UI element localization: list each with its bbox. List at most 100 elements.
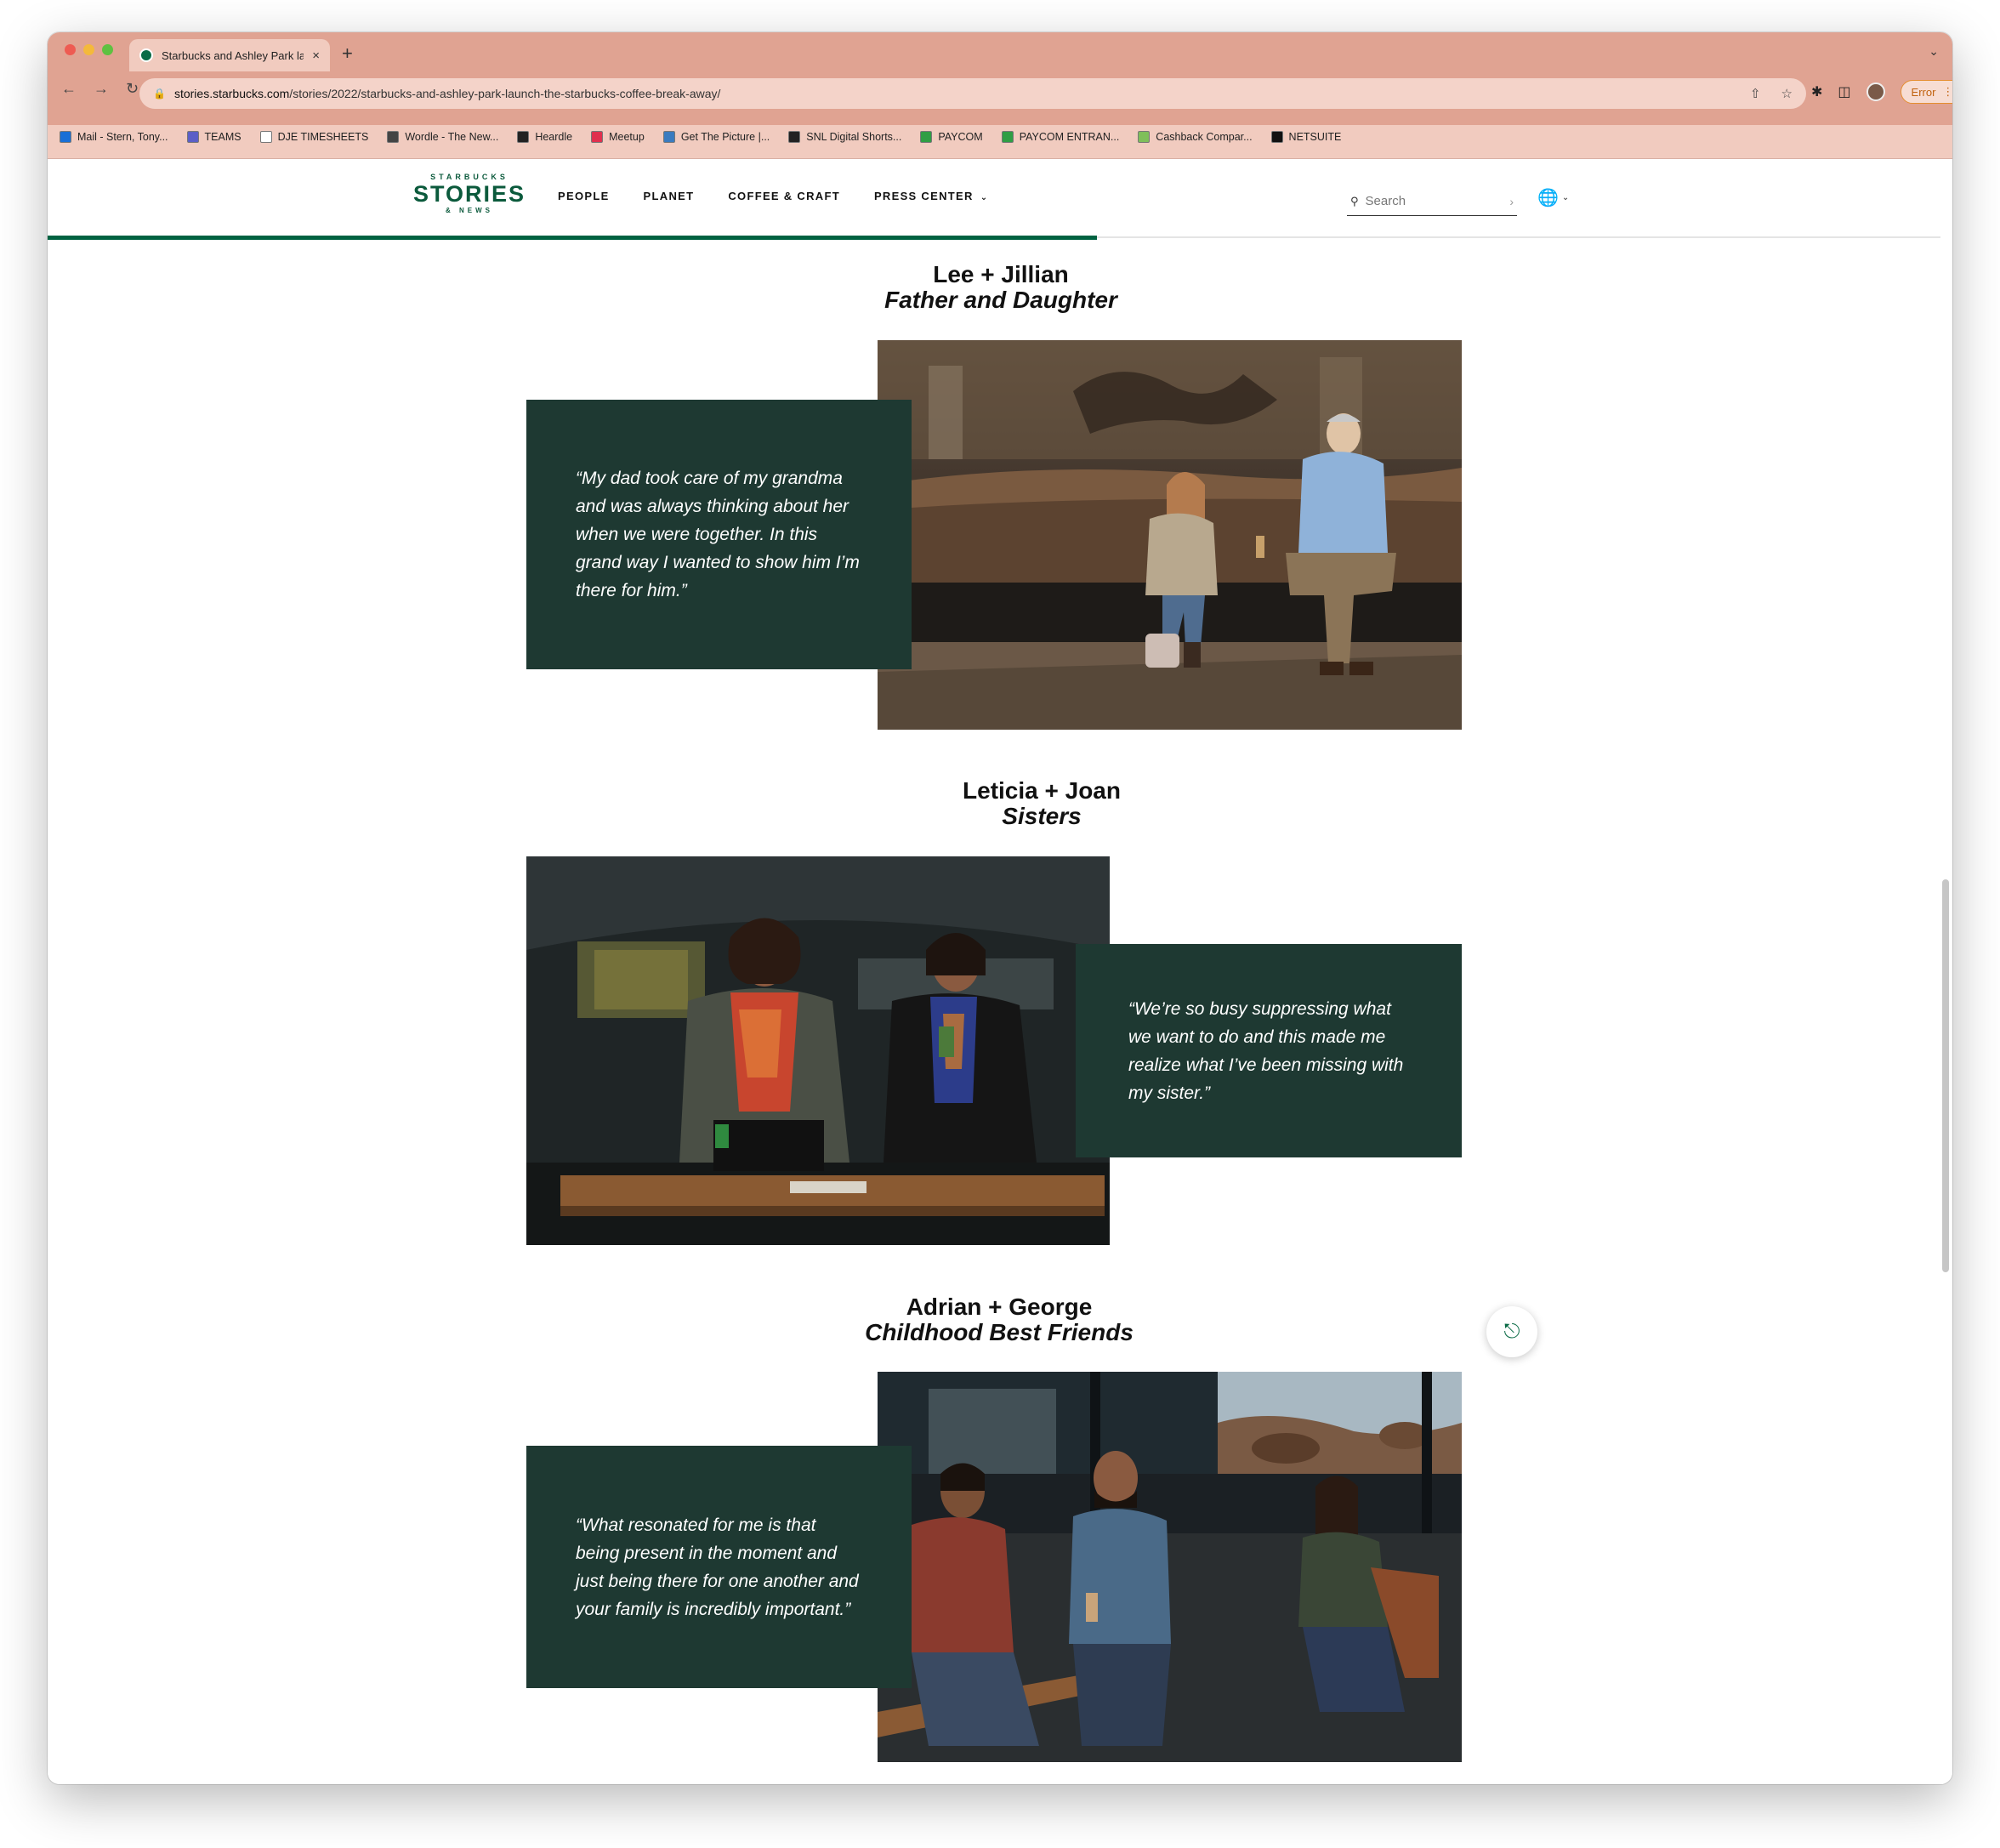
search-icon: ⚲ [1350,194,1359,208]
globe-icon: 🌐 [1537,189,1559,208]
search-input[interactable]: Search [1366,194,1503,208]
bookmark-favicon-icon [1270,131,1283,143]
profile-avatar[interactable] [1866,82,1885,101]
quote-box-3: “What resonated for me is that being pre… [526,1446,912,1688]
bookmark-label: Mail - Stern, Tony... [77,131,168,143]
close-window-button[interactable] [65,44,76,55]
pair-relation: Father and Daughter [884,287,1117,313]
update-error-button[interactable]: Error ⋮ [1900,80,1952,104]
url-path: /stories/2022/starbucks-and-ashley-park-… [289,87,721,100]
bookmark-favicon-icon [1001,131,1014,143]
bookmark-favicon-icon [60,131,71,143]
pair-names: Leticia + Joan [963,777,1121,804]
pair-heading-2: Leticia + Joan Sisters [872,778,1212,829]
reload-icon[interactable]: ↻ [126,80,139,98]
bookmark-item[interactable]: PAYCOM ENTRAN... [1001,131,1120,143]
share-page-icon[interactable]: ⇧ [1750,86,1761,101]
chevron-down-icon: ⌄ [980,193,989,202]
bookmark-item[interactable]: TEAMS [186,131,241,143]
lock-icon[interactable]: 🔒 [153,88,166,100]
bookmark-item[interactable]: Wordle - The New... [387,131,498,143]
bookmark-favicon-icon [591,131,604,143]
browser-tab-active[interactable]: Starbucks and Ashley Park lau × [129,39,330,71]
starbucks-favicon-icon [139,48,153,62]
bookmark-star-icon[interactable]: ☆ [1781,86,1793,101]
back-arrow-icon[interactable]: ← [61,80,77,98]
logo-bottom-text: & NEWS [446,207,494,214]
language-selector[interactable]: 🌐 ⌄ [1537,187,1569,208]
quote-text: “We’re so busy suppressing what we want … [1128,998,1404,1103]
bookmark-item[interactable]: Mail - Stern, Tony... [60,131,168,143]
toolbar-right: ✱ ◫ Error ⋮ [1811,80,1952,104]
bookmark-item[interactable]: Get The Picture |... [662,131,770,143]
pair-relation: Childhood Best Friends [865,1319,1134,1345]
bookmark-item[interactable]: SNL Digital Shorts... [788,131,901,143]
bookmark-label: PAYCOM ENTRAN... [1019,131,1120,143]
bookmark-item[interactable]: NETSUITE [1270,131,1342,143]
web-page: STARBUCKS STORIES & NEWS PEOPLE PLANET C… [48,160,1952,1784]
bookmark-label: Get The Picture |... [680,131,770,143]
share-button[interactable]: ⎋ [1486,1306,1537,1357]
quote-text: “My dad took care of my grandma and was … [576,469,860,600]
nav-press-center[interactable]: PRESS CENTER ⌄ [874,190,988,202]
quote-box-2: “We’re so busy suppressing what we want … [1076,944,1462,1157]
bookmarks-bar: Mail - Stern, Tony... TEAMS DJE TIMESHEETS… [60,131,1341,143]
bookmark-favicon-icon [259,131,272,143]
minimize-window-button[interactable] [83,44,94,55]
reading-progress-bar [48,236,1097,240]
pair-names: Lee + Jillian [933,261,1069,287]
bookmark-favicon-icon [1138,131,1151,143]
stories-news-logo[interactable]: STARBUCKS STORIES & NEWS [413,173,526,214]
nav-planet[interactable]: PLANET [644,190,695,202]
logo-top-text: STARBUCKS [430,173,509,181]
tab-close-icon[interactable]: × [312,48,320,63]
bookmark-favicon-icon [920,131,933,143]
forward-arrow-icon[interactable]: → [94,80,109,98]
url-text[interactable]: stories.starbucks.com/stories/2022/starb… [174,87,1730,100]
logo-main-text: STORIES [413,181,526,207]
bookmark-favicon-icon [788,131,801,143]
error-label: Error [1911,85,1936,99]
new-tab-button[interactable]: + [342,43,353,65]
quote-text: “What resonated for me is that being pre… [576,1515,859,1619]
nav-people[interactable]: PEOPLE [558,190,610,202]
bookmark-favicon-icon [662,131,675,143]
bookmark-item[interactable]: PAYCOM [920,131,983,143]
bookmark-label: Cashback Compar... [1156,131,1253,143]
pair-heading-1: Lee + Jillian Father and Daughter [831,262,1171,313]
bookmark-favicon-icon [387,131,400,143]
photo-leticia-joan [526,856,1110,1245]
museum-photo-sisters [526,856,1110,1245]
museum-photo-friends [878,1372,1462,1762]
zoom-window-button[interactable] [102,44,113,55]
navigation-buttons: ← → ↻ [61,80,139,98]
quote-box-1: “My dad took care of my grandma and was … [526,400,912,669]
bookmark-favicon-icon [186,131,199,143]
bookmark-item[interactable]: Meetup [591,131,645,143]
url-host: stories.starbucks.com [173,87,290,100]
nav-coffee-craft[interactable]: COFFEE & CRAFT [728,190,840,202]
browser-window: Starbucks and Ashley Park lau × + ⌄ ← → … [48,32,1952,1784]
side-panel-icon[interactable]: ◫ [1838,83,1850,100]
tab-search-chevron-icon[interactable]: ⌄ [1929,44,1939,59]
pair-names: Adrian + George [906,1294,1093,1320]
bookmark-label: Wordle - The New... [405,131,499,143]
bookmark-item[interactable]: DJE TIMESHEETS [259,131,368,143]
page-scrollbar[interactable] [1942,879,1949,1272]
address-bar[interactable]: 🔒 stories.starbucks.com/stories/2022/sta… [139,78,1806,109]
tab-title: Starbucks and Ashley Park lau [162,48,304,62]
nav-press-center-label: PRESS CENTER [873,190,974,202]
main-nav: PEOPLE PLANET COFFEE & CRAFT PRESS CENTE… [558,190,988,202]
bookmark-item[interactable]: Heardle [517,131,572,143]
bookmark-favicon-icon [517,131,530,143]
bookmark-label: SNL Digital Shorts... [806,131,902,143]
photo-adrian-george [878,1372,1462,1762]
search-submit-chevron-icon[interactable]: › [1509,195,1514,208]
bookmark-item[interactable]: Cashback Compar... [1138,131,1253,143]
bookmark-label: TEAMS [204,131,241,143]
bookmark-label: NETSUITE [1288,131,1342,143]
pair-relation: Sisters [1002,803,1082,829]
search-box[interactable]: ⚲ Search › [1347,187,1517,216]
share-icon: ⎋ [1503,1320,1520,1343]
extensions-puzzle-icon[interactable]: ✱ [1811,83,1822,100]
